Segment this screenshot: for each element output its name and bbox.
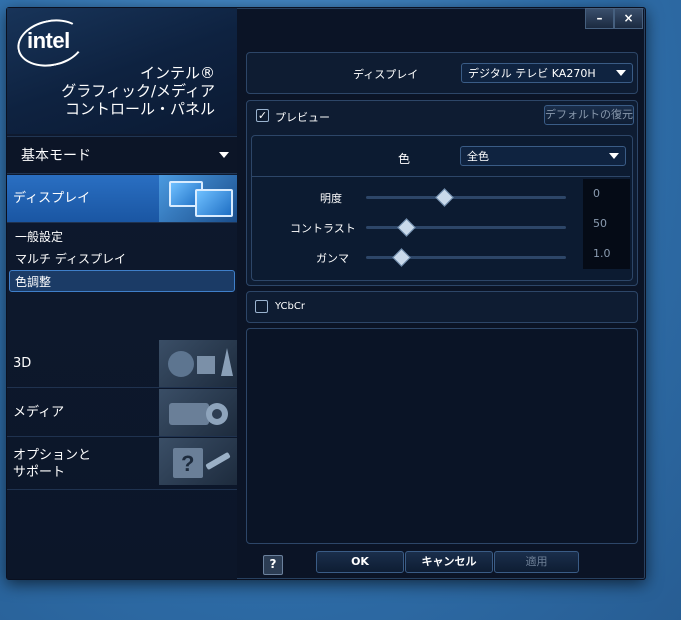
camcorder-icon (159, 389, 237, 436)
app-title: インテル® グラフィック/メディア コントロール・パネル (61, 64, 215, 118)
color-dropdown[interactable]: 全色 (460, 146, 626, 166)
display-dropdown[interactable]: デジタル テレビ KA270H (461, 63, 633, 83)
display-label: ディスプレイ (353, 68, 419, 81)
app-title-line-3: コントロール・パネル (64, 100, 215, 118)
gamma-slider-thumb[interactable] (392, 248, 411, 267)
mode-dropdown[interactable]: 基本モード (7, 136, 237, 174)
chevron-down-icon (609, 153, 619, 159)
help-button[interactable]: ? (263, 555, 283, 575)
nav-3d[interactable]: 3D (7, 340, 237, 388)
window-controls: – × (585, 8, 643, 29)
contrast-slider-track[interactable] (366, 226, 566, 229)
restore-defaults-button[interactable]: デフォルトの復元 (544, 105, 634, 125)
minimize-button[interactable]: – (585, 8, 614, 29)
sidebar-item-color[interactable]: 色調整 (15, 273, 51, 290)
help-wrench-icon: ? (159, 438, 237, 485)
apply-button[interactable]: 適用 (494, 551, 579, 573)
brightness-value: 0 (583, 179, 630, 209)
control-panel-window: intel インテル® グラフィック/メディア コントロール・パネル 基本モード… (6, 7, 646, 580)
close-button[interactable]: × (614, 8, 643, 29)
app-title-line-2: グラフィック/メディア (61, 82, 215, 100)
nav-display-label: ディスプレイ (13, 191, 91, 206)
brand-area: intel インテル® グラフィック/メディア コントロール・パネル (7, 8, 237, 134)
gamma-label: ガンマ (316, 252, 349, 265)
help-wrench-graphic: ? (173, 448, 231, 478)
brightness-label: 明度 (320, 192, 342, 205)
nav-media[interactable]: メディア (7, 389, 237, 437)
color-dropdown-value: 全色 (467, 150, 489, 163)
intel-logo: intel (27, 28, 70, 53)
3d-shapes-graphic (168, 348, 233, 377)
nav-options-support[interactable]: オプションと サポート ? (7, 438, 237, 490)
color-label: 色 (398, 152, 411, 166)
nav-options-line-1: オプションと (13, 447, 92, 463)
empty-content-panel (246, 328, 638, 544)
divider (252, 176, 630, 177)
color-settings-panel: ✓ プレビュー デフォルトの復元 色 全色 明度 0 コントラスト 50 ガンマ… (246, 100, 638, 286)
ycbcr-checkbox[interactable] (255, 300, 268, 313)
monitor-icon (195, 189, 233, 217)
nav-display[interactable]: ディスプレイ (7, 175, 237, 223)
preview-label: プレビュー (275, 111, 330, 124)
display-monitors-icon (159, 175, 237, 222)
contrast-slider-thumb[interactable] (397, 218, 416, 237)
chevron-down-icon (219, 152, 229, 158)
nav-options-line-2: サポート (13, 464, 66, 480)
app-title-line-1: インテル® (139, 64, 215, 82)
chevron-down-icon (616, 70, 626, 76)
sidebar: intel インテル® グラフィック/メディア コントロール・パネル 基本モード… (7, 8, 237, 579)
3d-shapes-icon (159, 340, 237, 387)
ycbcr-label: YCbCr (275, 301, 305, 312)
gamma-value: 1.0 (583, 239, 630, 269)
display-panel: ディスプレイ デジタル テレビ KA270H (246, 52, 638, 94)
contrast-value: 50 (583, 209, 630, 239)
sidebar-item-general[interactable]: 一般設定 (15, 228, 63, 245)
cancel-button[interactable]: キャンセル (405, 551, 493, 573)
display-dropdown-value: デジタル テレビ KA270H (468, 67, 596, 80)
preview-checkbox[interactable]: ✓ (256, 109, 269, 122)
svg-text:?: ? (181, 451, 194, 476)
nav-3d-label: 3D (13, 356, 32, 371)
nav-media-label: メディア (13, 405, 65, 420)
content-area: – × ディスプレイ デジタル テレビ KA270H ✓ プレビュー デフォルト… (244, 8, 643, 579)
sidebar-item-multi-display[interactable]: マルチ ディスプレイ (15, 250, 126, 267)
ok-button[interactable]: OK (316, 551, 404, 573)
ycbcr-panel: YCbCr (246, 291, 638, 323)
nav-options-label: オプションと サポート (7, 447, 91, 481)
brightness-slider-track[interactable] (366, 196, 566, 199)
camcorder-graphic (169, 403, 228, 425)
adjustments-panel: 色 全色 明度 0 コントラスト 50 ガンマ 1.0 (251, 135, 633, 281)
contrast-label: コントラスト (290, 222, 356, 235)
brightness-slider-thumb[interactable] (435, 188, 454, 207)
mode-dropdown-value: 基本モード (21, 148, 91, 164)
